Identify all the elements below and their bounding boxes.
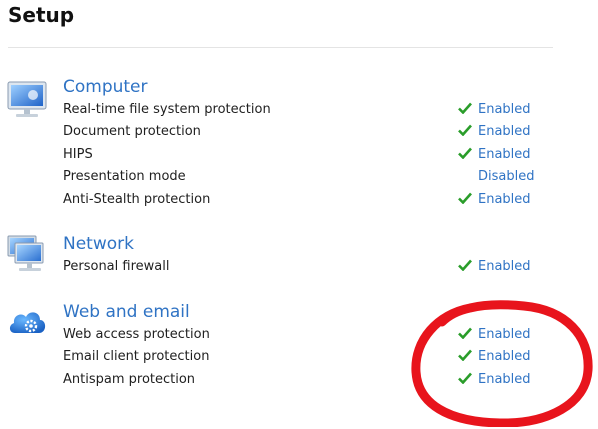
setting-row: HIPS Enabled [0,146,598,168]
setting-status-toggle[interactable]: Enabled [458,327,531,347]
section-title-network[interactable]: Network [63,234,134,254]
setting-status-toggle[interactable]: Enabled [458,147,531,167]
setting-label-personal-firewall: Personal firewall [63,259,170,274]
page-title: Setup [8,3,75,27]
setting-status-toggle[interactable]: Disabled [458,169,534,189]
setting-status-toggle[interactable]: Enabled [458,192,531,212]
setting-status-toggle[interactable]: Enabled [458,372,531,392]
section-title-web-and-email[interactable]: Web and email [63,302,190,322]
setting-label-email-client-protection: Email client protection [63,349,210,364]
setting-row: Antispam protection Enabled [0,371,598,393]
setting-row: Real-time file system protection Enabled [0,101,598,123]
setting-row: Anti-Stealth protection Enabled [0,191,598,213]
section-title-computer[interactable]: Computer [63,77,148,97]
setting-row: Web access protection Enabled [0,326,598,348]
check-icon [458,124,472,136]
check-icon [458,192,472,204]
status-text: Enabled [478,124,531,139]
check-icon [458,327,472,339]
status-text: Enabled [478,259,531,274]
check-icon [458,349,472,361]
status-text: Enabled [478,349,531,364]
status-text: Disabled [478,169,535,184]
check-icon [458,102,472,114]
setting-row: Presentation mode Disabled [0,168,598,190]
status-text: Enabled [478,327,531,342]
setting-label-antispam-protection: Antispam protection [63,372,196,387]
setting-row: Document protection Enabled [0,123,598,145]
setting-label-document-protection: Document protection [63,124,201,139]
setting-label-presentation-mode: Presentation mode [63,169,186,184]
setting-row: Personal firewall Enabled [0,258,598,280]
setting-label-web-access-protection: Web access protection [63,327,210,342]
setting-label-real-time-file-system-protection: Real-time file system protection [63,102,271,117]
check-icon [458,147,472,159]
setting-label-hips: HIPS [63,147,93,162]
status-text: Enabled [478,192,531,207]
status-text: Enabled [478,102,531,117]
setting-status-toggle[interactable]: Enabled [458,259,531,279]
check-icon [458,259,472,271]
setting-status-toggle[interactable]: Enabled [458,349,531,369]
check-icon [458,372,472,384]
setting-label-anti-stealth-protection: Anti-Stealth protection [63,192,211,207]
title-divider [8,47,553,48]
status-text: Enabled [478,372,531,387]
setting-status-toggle[interactable]: Enabled [458,124,531,144]
setting-row: Email client protection Enabled [0,348,598,370]
status-text: Enabled [478,147,531,162]
setting-status-toggle[interactable]: Enabled [458,102,531,122]
